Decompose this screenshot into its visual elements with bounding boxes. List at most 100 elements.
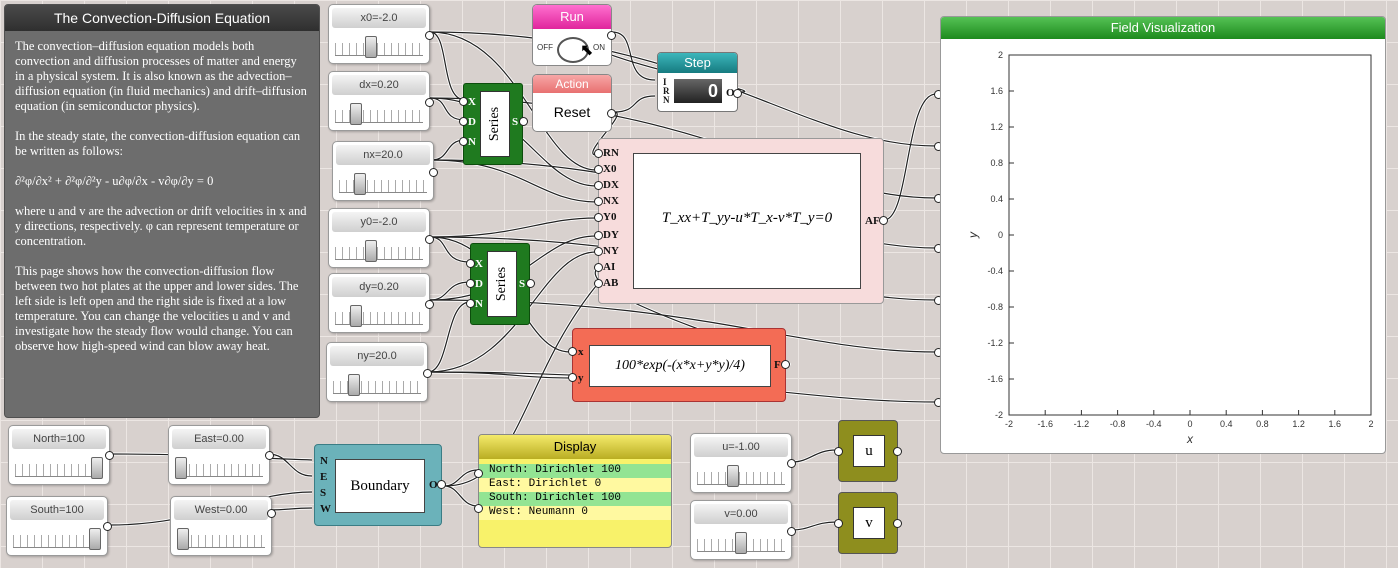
slider-thumb[interactable] [727, 465, 740, 487]
slider-thumb[interactable] [91, 457, 103, 479]
output-port[interactable] [526, 279, 535, 288]
action-title: Action [533, 75, 611, 93]
input-port[interactable] [594, 197, 603, 206]
step-title: Step [658, 53, 737, 73]
info-title: The Convection-Diffusion Equation [5, 5, 319, 31]
output-port[interactable] [781, 360, 790, 369]
slider-track[interactable] [15, 464, 103, 477]
output-port[interactable] [879, 216, 888, 225]
slider-thumb[interactable] [350, 305, 363, 327]
input-port[interactable] [466, 259, 475, 268]
input-port[interactable] [466, 279, 475, 288]
step-node[interactable]: Step I R N 0 O [657, 52, 742, 112]
slider-north[interactable]: North=100 [8, 425, 114, 485]
u-variable-node[interactable]: u [834, 420, 902, 482]
input-port[interactable] [568, 373, 577, 382]
output-port[interactable] [733, 89, 742, 98]
reset-button[interactable]: Reset [533, 93, 611, 131]
slider-nx[interactable]: nx=20.0 [332, 141, 438, 201]
input-port[interactable] [594, 263, 603, 272]
port-label: X [475, 258, 483, 270]
output-port[interactable] [429, 168, 438, 177]
output-port[interactable] [425, 235, 434, 244]
slider-track[interactable] [335, 247, 423, 260]
series-node-y[interactable]: X D N Series S [466, 243, 535, 325]
slider-thumb[interactable] [365, 36, 378, 58]
series-node-x[interactable]: X D N Series S [459, 83, 528, 165]
slider-track[interactable] [175, 464, 263, 477]
slider-y0[interactable]: y0=-2.0 [328, 208, 434, 268]
output-port[interactable] [519, 117, 528, 126]
slider-track[interactable] [335, 110, 423, 123]
slider-track[interactable] [333, 381, 421, 394]
input-port[interactable] [594, 213, 603, 222]
output-port[interactable] [607, 31, 616, 40]
input-port[interactable] [834, 447, 843, 456]
slider-thumb[interactable] [348, 374, 361, 396]
output-port[interactable] [423, 369, 432, 378]
output-port[interactable] [893, 519, 902, 528]
input-port[interactable] [459, 117, 468, 126]
output-port[interactable] [425, 98, 434, 107]
input-port[interactable] [474, 469, 483, 478]
output-port[interactable] [787, 527, 796, 536]
output-port[interactable] [893, 447, 902, 456]
input-port[interactable] [594, 279, 603, 288]
slider-u[interactable]: u=-1.00 [690, 433, 796, 493]
slider-thumb[interactable] [735, 532, 747, 554]
output-port[interactable] [265, 451, 274, 460]
slider-dy[interactable]: dy=0.20 [328, 273, 434, 333]
slider-track[interactable] [335, 43, 423, 56]
slider-thumb[interactable] [354, 173, 367, 195]
input-port[interactable] [594, 247, 603, 256]
input-port[interactable] [459, 137, 468, 146]
field-chart: -2 -1.6 -1.2 -0.8 -0.4 0 0.4 0.8 1.2 1.6 2 -2 -1.6 -1… [966, 50, 1374, 446]
field-visualization-node[interactable]: Field Visualization -2 -1.6 -1.2 -0.8 -0.4 0 0… [940, 16, 1386, 454]
slider-v[interactable]: v=0.00 [690, 500, 796, 560]
input-port[interactable] [594, 231, 603, 240]
slider-track[interactable] [13, 535, 101, 548]
boundary-node[interactable]: N E S W Boundary O [314, 444, 446, 526]
y-tick-label: 0 [998, 230, 1003, 240]
pde-solver-node[interactable]: RN X0 DX NX Y0 DY NY AI AB T_xx+T_yy-u*T_x-v*T_y… [594, 138, 888, 304]
initial-condition-node[interactable]: x y 100*exp(-(x*x+y*y)/4) F [568, 328, 790, 402]
slider-east[interactable]: East=0.00 [168, 425, 274, 485]
slider-track[interactable] [335, 312, 423, 325]
slider-thumb[interactable] [89, 528, 101, 550]
input-port[interactable] [459, 97, 468, 106]
run-node[interactable]: Run OFF ON ⬉ [532, 4, 616, 66]
output-port[interactable] [607, 109, 616, 118]
output-port[interactable] [437, 480, 446, 489]
port-label: NX [603, 195, 619, 207]
output-port[interactable] [787, 459, 796, 468]
input-port[interactable] [834, 519, 843, 528]
slider-dx[interactable]: dx=0.20 [328, 71, 434, 131]
slider-thumb[interactable] [365, 240, 378, 262]
action-node[interactable]: Action Reset [532, 74, 616, 132]
output-port[interactable] [425, 300, 434, 309]
input-port[interactable] [568, 347, 577, 356]
output-port[interactable] [425, 31, 434, 40]
slider-thumb[interactable] [177, 528, 189, 550]
output-port[interactable] [103, 522, 112, 531]
slider-track[interactable] [339, 180, 427, 193]
port-label: N [468, 136, 476, 148]
input-port[interactable] [474, 504, 483, 513]
slider-thumb[interactable] [350, 103, 363, 125]
output-port[interactable] [267, 509, 276, 518]
slider-track[interactable] [177, 535, 265, 548]
slider-track[interactable] [697, 472, 785, 485]
slider-south[interactable]: South=100 [6, 496, 112, 556]
input-port[interactable] [594, 149, 603, 158]
input-port[interactable] [594, 165, 603, 174]
input-port[interactable] [466, 299, 475, 308]
slider-thumb[interactable] [175, 457, 187, 479]
port-label: DX [603, 179, 619, 191]
output-port[interactable] [105, 451, 114, 460]
slider-x0[interactable]: x0=-2.0 [328, 4, 434, 64]
input-port[interactable] [594, 181, 603, 190]
slider-ny[interactable]: ny=20.0 [326, 342, 432, 402]
slider-label: ny=20.0 [330, 346, 424, 366]
slider-west[interactable]: West=0.00 [170, 496, 276, 556]
v-variable-node[interactable]: v [834, 492, 902, 554]
